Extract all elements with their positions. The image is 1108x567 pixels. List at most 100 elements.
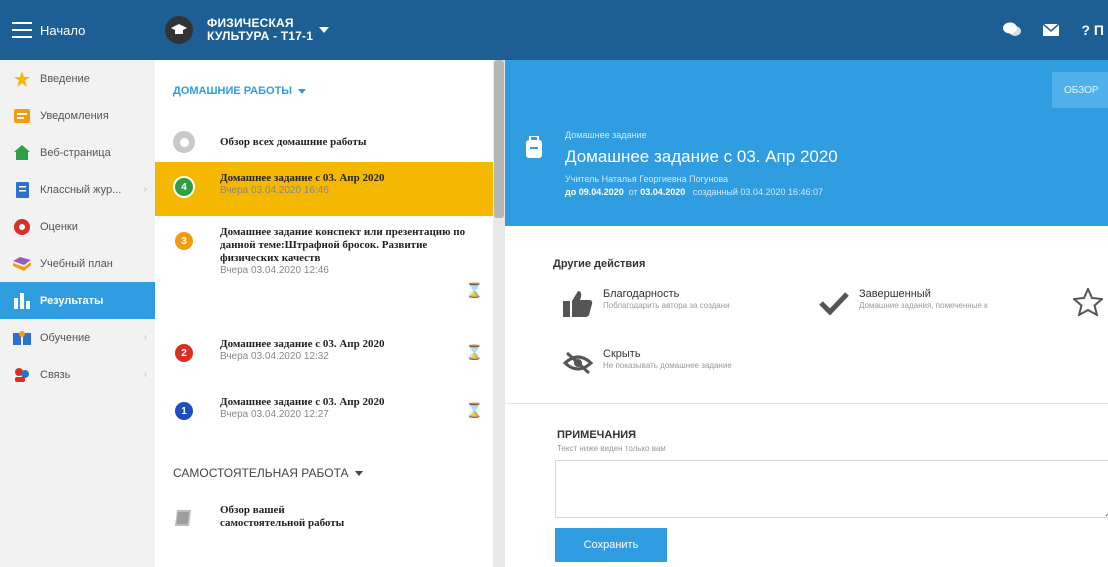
self-work-section-header[interactable]: САМОСТОЯТЕЛЬНАЯ РАБОТА [155,466,363,480]
course-title: ФИЗИЧЕСКАЯ КУЛЬТУРА - Т17-1 [207,16,314,43]
sidebar: Введение Уведомления Веб-страница Класcн… [0,60,155,567]
book-icon [173,508,195,530]
webpage-icon [12,143,32,163]
item-title: Домашнее задание с 03. Апр 2020 [220,338,385,350]
sidebar-item-plan[interactable]: Учебный план [0,245,155,282]
backpack-icon [525,135,543,163]
overview-label: Обзор всех домашние работы [220,135,367,148]
top-icons: ? П [981,0,1108,60]
self-work-label-line1: Обзор вашей [220,504,285,516]
graduation-cap-icon [165,16,193,44]
item-title: Домашнее задание конспект или презентаци… [220,226,466,264]
mail-icon[interactable] [1043,24,1060,36]
item-number-badge: 1 [173,400,195,422]
thanks-action[interactable]: Благодарность Поблагодарить автора за со… [561,288,730,318]
homework-list: ДОМАШНИЕ РАБОТЫ Обзор всех домашние рабо… [155,60,493,567]
detail-kicker: Домашнее задание [565,130,647,140]
chevron-right-icon: › [143,332,147,343]
home-label: Начало [40,22,86,38]
homework-section-header[interactable]: ДОМАШНИЕ РАБОТЫ [155,84,307,98]
help-button[interactable]: ? П [1081,22,1104,38]
sidebar-item-grades[interactable]: Оценки [0,208,155,245]
star-icon [12,69,32,89]
star-outline-icon[interactable] [1071,286,1105,321]
action-sub: Не показывать домашнее задание [603,361,732,370]
sidebar-item-results[interactable]: Результаты [0,282,155,319]
list-item[interactable]: 2 Домашнее задание с 03. Апр 2020 Вчера … [155,332,493,382]
thumbs-up-icon [561,288,595,318]
sidebar-item-label: Обучение [40,331,91,344]
self-work-overview-item[interactable]: Обзор вашей самостоятельной работы [155,504,493,544]
hourglass-icon: ⌛ [465,282,483,298]
list-scrollbar[interactable] [493,60,505,567]
list-item[interactable]: 1 Домашнее задание с 03. Апр 2020 Вчера … [155,390,493,440]
home-menu-button[interactable]: Начало [0,0,155,60]
completed-action[interactable]: Завершенный Домашние задания, помеченные… [817,288,988,318]
sidebar-item-label: Связь [40,368,71,381]
caret-down-icon [354,470,363,476]
detail-header: ОБЗОР Домашнее задание Домашнее задание … [505,60,1108,226]
item-number-badge: 3 [173,230,195,252]
sidebar-item-label: Результаты [40,294,104,307]
sidebar-item-label: Учебный план [40,257,113,270]
plan-icon [12,254,32,274]
grades-icon [12,217,32,237]
item-number-badge: 2 [173,342,195,364]
tab-overview[interactable]: ОБЗОР [1052,72,1108,108]
item-date: Вчера 03.04.2020 12:32 [220,351,329,362]
sidebar-item-label: Класcный жур... [40,183,122,196]
due-date: до 09.04.2020 [565,187,624,197]
action-label: Скрыть [603,348,641,360]
notes-subtitle: Текст ниже виден только вам [557,444,666,453]
self-work-label-line2: самостоятельной работы [220,517,345,529]
action-sub: Домашние задания, помеченные к [859,301,988,310]
notes-textarea[interactable] [555,460,1108,518]
save-button[interactable]: Сохранить [555,528,667,562]
chevron-down-icon[interactable] [319,27,330,33]
chat-icon[interactable] [1003,22,1022,38]
homework-detail: ОБЗОР Домашнее задание Домашнее задание … [505,60,1108,567]
hide-action[interactable]: Скрыть Не показывать домашнее задание [561,348,732,378]
action-label: Завершенный [859,288,931,300]
contacts-icon [12,365,32,385]
sidebar-item-contacts[interactable]: Связь › [0,356,155,393]
sidebar-item-label: Веб-страница [40,146,111,159]
learning-icon [12,328,32,348]
sidebar-item-learning[interactable]: Обучение › [0,319,155,356]
item-number-badge: 4 [173,176,195,198]
sidebar-item-notifications[interactable]: Уведомления [0,97,155,134]
list-item[interactable]: 3 Домашнее задание конспект или презента… [155,220,493,320]
sidebar-item-intro[interactable]: Введение [0,60,155,97]
journal-icon [12,180,32,200]
action-sub: Поблагодарить автора за создани [603,301,730,310]
overview-circle-icon [173,131,195,153]
hamburger-icon[interactable] [12,22,32,38]
actions-title: Другие действия [553,258,646,270]
notes-title: ПРИМЕЧАНИЯ [557,429,637,441]
checkmark-icon [817,288,851,318]
scrollbar-thumb[interactable] [494,60,504,218]
sidebar-item-webpage[interactable]: Веб-страница [0,134,155,171]
item-title: Домашнее задание с 03. Апр 2020 [220,396,385,408]
hourglass-icon: ⌛ [465,402,483,418]
chevron-right-icon: › [143,184,147,195]
sidebar-item-journal[interactable]: Класcный жур... › [0,171,155,208]
notifications-icon [12,106,32,126]
list-item[interactable]: 4 Домашнее задание с 03. Апр 2020 Вчера … [155,162,493,216]
detail-teacher: Учитель Наталья Георгиевна Погунова [565,174,729,184]
caret-down-icon [298,88,307,94]
sidebar-item-label: Уведомления [40,109,109,122]
homework-overview-item[interactable]: Обзор всех домашние работы [155,120,493,164]
chevron-right-icon: › [143,369,147,380]
item-title: Домашнее задание с 03. Апр 2020 [220,172,385,184]
sidebar-item-label: Оценки [40,220,78,233]
course-selector[interactable]: ФИЗИЧЕСКАЯ КУЛЬТУРА - Т17-1 [165,10,330,50]
action-label: Благодарность [603,288,680,300]
created-date: созданный 03.04.2020 16:46:07 [692,187,824,197]
item-date: Вчера 03.04.2020 12:27 [220,409,329,420]
item-date: Вчера 03.04.2020 16:46 [220,185,329,196]
results-icon [12,291,32,311]
from-prefix: от [628,187,638,197]
hourglass-icon: ⌛ [465,344,483,360]
detail-title: Домашнее задание с 03. Апр 2020 [565,147,838,166]
